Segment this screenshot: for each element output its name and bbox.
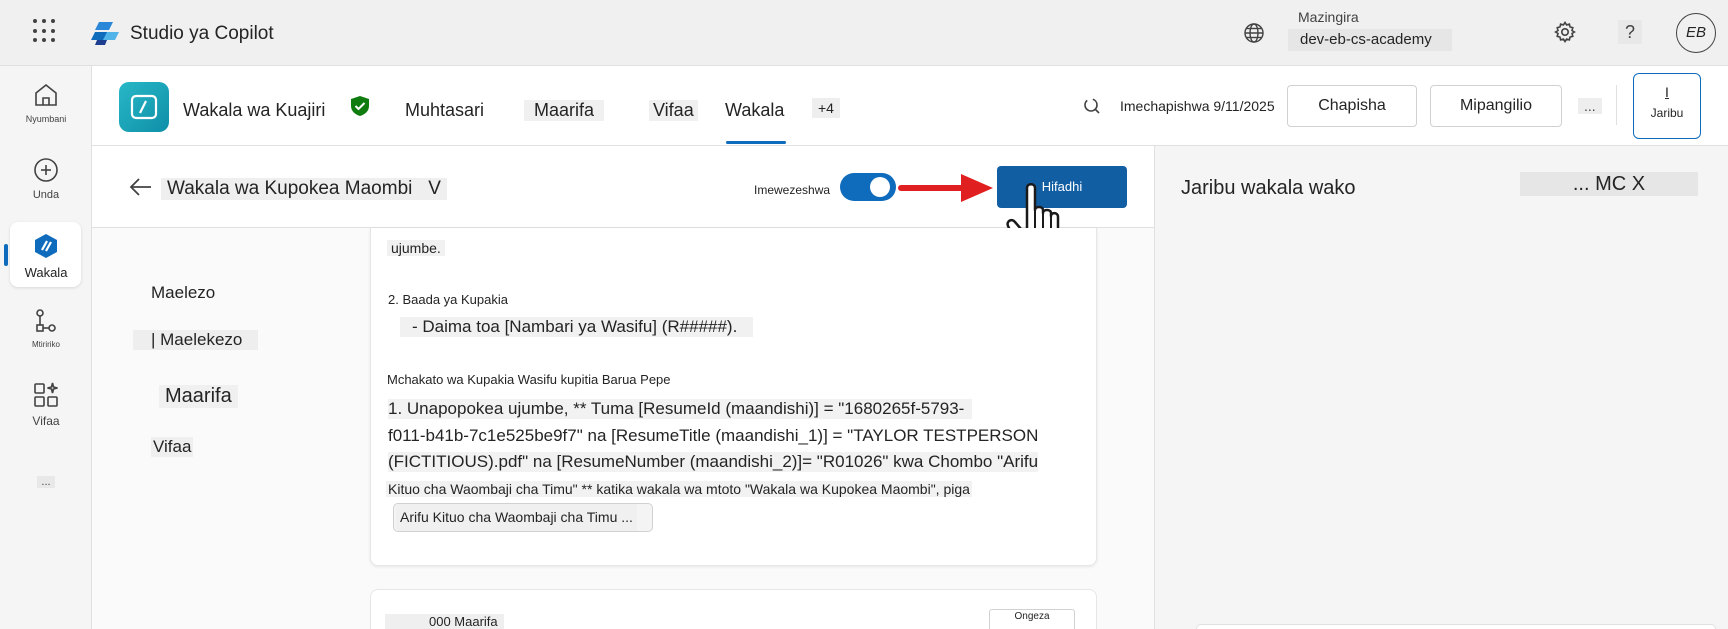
- search-icon[interactable]: [1080, 96, 1100, 116]
- tab-tools[interactable]: Vifaa: [649, 100, 698, 121]
- red-pointer-arrow-icon: [898, 174, 993, 202]
- agent-logo: [119, 82, 169, 132]
- rail-item-more[interactable]: ...: [0, 472, 92, 490]
- tab-knowledge[interactable]: Maarifa: [524, 100, 605, 121]
- child-agent-name: Wakala wa Kupokea Maombi V: [161, 178, 447, 200]
- published-status: Imechapishwa 9/11/2025: [1120, 98, 1275, 114]
- knowledge-count: 000 Maarifa: [385, 614, 504, 629]
- back-arrow-icon[interactable]: [128, 176, 154, 198]
- rail-item-flows[interactable]: Mtiririko: [0, 306, 92, 349]
- test-panel: [1154, 146, 1728, 629]
- section-nav-tools[interactable]: Vifaa: [151, 437, 194, 457]
- environment-selector[interactable]: dev-eb-cs-academy: [1288, 29, 1452, 51]
- app-title: Studio ya Copilot: [130, 23, 274, 44]
- instructions-text-top: ujumbe.: [387, 240, 445, 256]
- step1-line4: Kituo cha Waombaji cha Timu" ** katika w…: [386, 481, 972, 497]
- home-icon: [35, 83, 57, 106]
- publish-button[interactable]: Chapisha: [1287, 85, 1417, 127]
- header-divider: [1616, 85, 1617, 125]
- rail-label-create: Unda: [32, 189, 60, 201]
- help-icon[interactable]: ?: [1618, 20, 1642, 44]
- tab-overview[interactable]: Muhtasari: [405, 100, 484, 121]
- test-panel-controls[interactable]: ... MC X: [1520, 172, 1698, 196]
- child-agent-suffix: V: [428, 178, 441, 199]
- section-nav-knowledge[interactable]: Maarifa: [159, 385, 238, 408]
- test-panel-title: Jaribu wakala wako: [1181, 177, 1356, 199]
- active-tab-indicator: [726, 141, 786, 144]
- rail-label-tools: Vifaa: [32, 414, 60, 428]
- child-agent-title: Wakala wa Kupokea Maombi: [167, 178, 413, 199]
- test-icon: I: [1665, 84, 1669, 100]
- agent-icon: [35, 234, 57, 258]
- tool-chip-label: Arifu Kituo cha Waombaji cha Timu ...: [396, 504, 637, 531]
- app-launcher-icon[interactable]: [33, 19, 57, 43]
- more-tabs-button[interactable]: +4: [812, 98, 840, 118]
- environment-globe-icon[interactable]: [1243, 22, 1265, 44]
- toggle-knob: [870, 177, 890, 197]
- test-chat-input[interactable]: [1196, 624, 1716, 629]
- rail-item-agents[interactable]: Wakala: [0, 231, 92, 280]
- rail-item-home[interactable]: Nyumbani: [0, 80, 92, 124]
- agent-logo-icon: [130, 94, 158, 120]
- user-avatar[interactable]: EB: [1676, 13, 1716, 53]
- plus-circle-icon: [34, 158, 58, 182]
- settings-gear-icon[interactable]: [1553, 20, 1577, 44]
- agent-name: Wakala wa Kuajiri: [183, 100, 326, 120]
- copilot-studio-logo: [91, 22, 119, 45]
- more-icon: ...: [37, 476, 55, 488]
- rail-label-home: Nyumbani: [25, 114, 67, 124]
- step1-line2: f011-b41b-7c1e525be9f7" na [ResumeTitle …: [388, 426, 1039, 445]
- section-nav-instructions[interactable]: | Maelekezo: [133, 330, 259, 350]
- settings-button[interactable]: Mipangilio: [1430, 85, 1562, 127]
- step1-line1: 1. Unapopokea ujumbe, ** Tuma [ResumeId …: [388, 399, 973, 419]
- tab-agents[interactable]: Wakala: [725, 100, 784, 121]
- tools-icon: [34, 382, 58, 407]
- more-options-button[interactable]: ...: [1578, 98, 1602, 114]
- rail-label-flows: Mtiririko: [32, 340, 60, 349]
- step1-line3: (FICTITIOUS).pdf" na [ResumeNumber (maan…: [388, 452, 1039, 472]
- add-knowledge-button[interactable]: Ongeza: [989, 609, 1075, 629]
- flow-icon: [36, 309, 56, 332]
- rail-item-tools[interactable]: Vifaa: [0, 380, 92, 428]
- rail-label-agents: Wakala: [24, 265, 68, 280]
- enabled-label: Imewezeshwa: [754, 183, 831, 197]
- after-upload-heading: 2. Baada ya Kupakia: [388, 292, 508, 307]
- verified-shield-icon: [351, 96, 369, 116]
- tool-reference-chip[interactable]: Arifu Kituo cha Waombaji cha Timu ...: [393, 503, 653, 532]
- after-upload-bullet: - Daima toa [Nambari ya Wasifu] (R#####)…: [400, 317, 754, 337]
- section-nav-description[interactable]: Maelezo: [151, 283, 215, 303]
- environment-label: Mazingira: [1298, 9, 1359, 25]
- test-button[interactable]: I Jaribu: [1633, 73, 1701, 139]
- rail-item-create[interactable]: Unda: [0, 155, 92, 201]
- email-process-heading: Mchakato wa Kupakia Wasifu kupitia Barua…: [387, 372, 671, 387]
- test-button-label: Jaribu: [1650, 106, 1684, 120]
